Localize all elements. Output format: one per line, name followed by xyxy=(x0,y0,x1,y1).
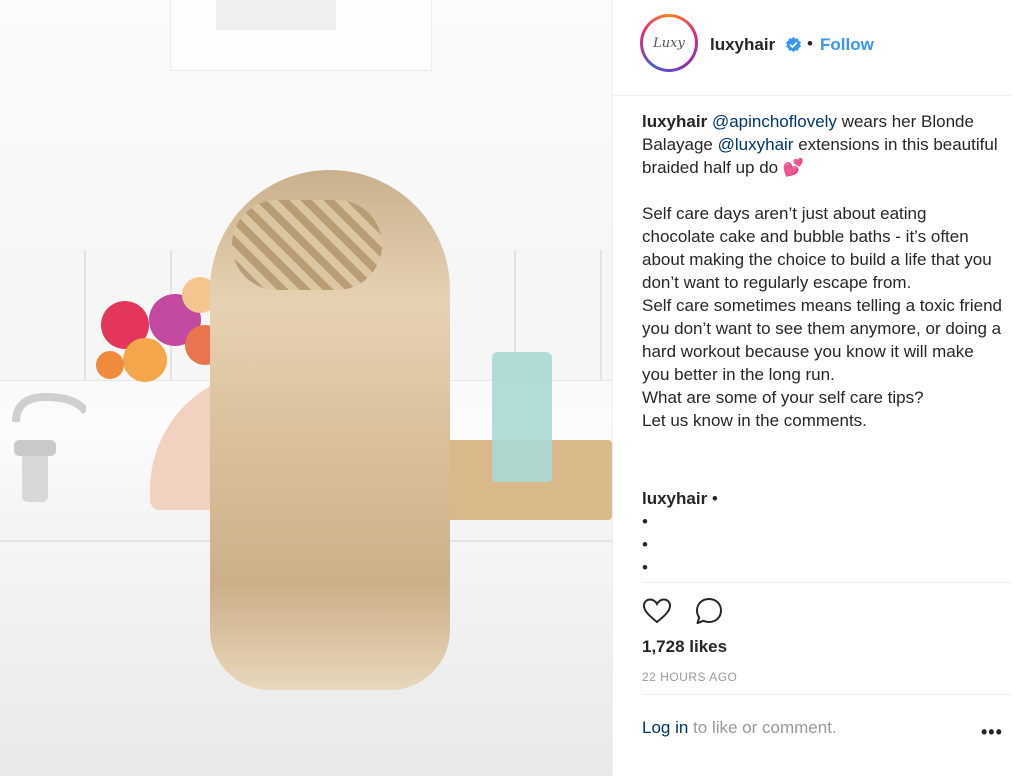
header-username[interactable]: luxyhair xyxy=(710,35,775,55)
braid xyxy=(232,200,382,290)
likes-count[interactable]: 1,728 likes xyxy=(642,637,727,657)
caption-mention-luxyhair[interactable]: @luxyhair xyxy=(718,135,794,154)
login-link[interactable]: Log in xyxy=(642,718,688,737)
post-header: Luxy luxyhair • Follow xyxy=(613,0,1011,96)
verified-badge-icon xyxy=(786,36,801,53)
caption: luxyhair @apinchoflovely wears her Blond… xyxy=(642,110,1002,432)
background-window xyxy=(170,0,432,71)
bullet-1: • xyxy=(642,512,648,531)
divider xyxy=(642,694,1011,695)
avatar-logo-text: Luxy xyxy=(653,35,685,51)
caption-paragraph-2: Self care sometimes means telling a toxi… xyxy=(642,296,1002,384)
post-sidebar: Luxy luxyhair • Follow luxyhair @apincho… xyxy=(612,0,1024,776)
timestamp[interactable]: 22 HOURS AGO xyxy=(642,670,737,684)
login-prompt-text: to like or comment. xyxy=(688,718,837,737)
comment-bullets: • • • xyxy=(642,510,648,579)
comment: luxyhair • xyxy=(642,487,718,510)
comment-text: • xyxy=(707,489,718,508)
caption-username[interactable]: luxyhair xyxy=(642,112,707,131)
caption-mention-apinchoflovely[interactable]: @apinchoflovely xyxy=(712,112,837,131)
header-separator: • xyxy=(807,34,813,53)
comment-username[interactable]: luxyhair xyxy=(642,489,707,508)
avatar[interactable]: Luxy xyxy=(640,14,698,72)
caption-paragraph-3: What are some of your self care tips? xyxy=(642,388,924,407)
divider xyxy=(642,582,1011,583)
caption-paragraph-4: Let us know in the comments. xyxy=(642,411,867,430)
follow-button[interactable]: Follow xyxy=(820,35,874,55)
faucet xyxy=(12,392,86,502)
hearts-emoji: 💕 xyxy=(782,158,805,177)
speech-bubble-icon[interactable] xyxy=(694,596,724,626)
heart-outline-icon[interactable] xyxy=(642,596,672,626)
more-options-icon[interactable]: ••• xyxy=(981,722,1003,743)
post-image[interactable] xyxy=(0,0,612,776)
caption-paragraph-1: Self care days aren’t just about eating … xyxy=(642,204,992,292)
bottle xyxy=(492,352,552,482)
login-prompt: Log in to like or comment. xyxy=(642,718,837,738)
bullet-3: • xyxy=(642,558,648,577)
bullet-2: • xyxy=(642,535,648,554)
